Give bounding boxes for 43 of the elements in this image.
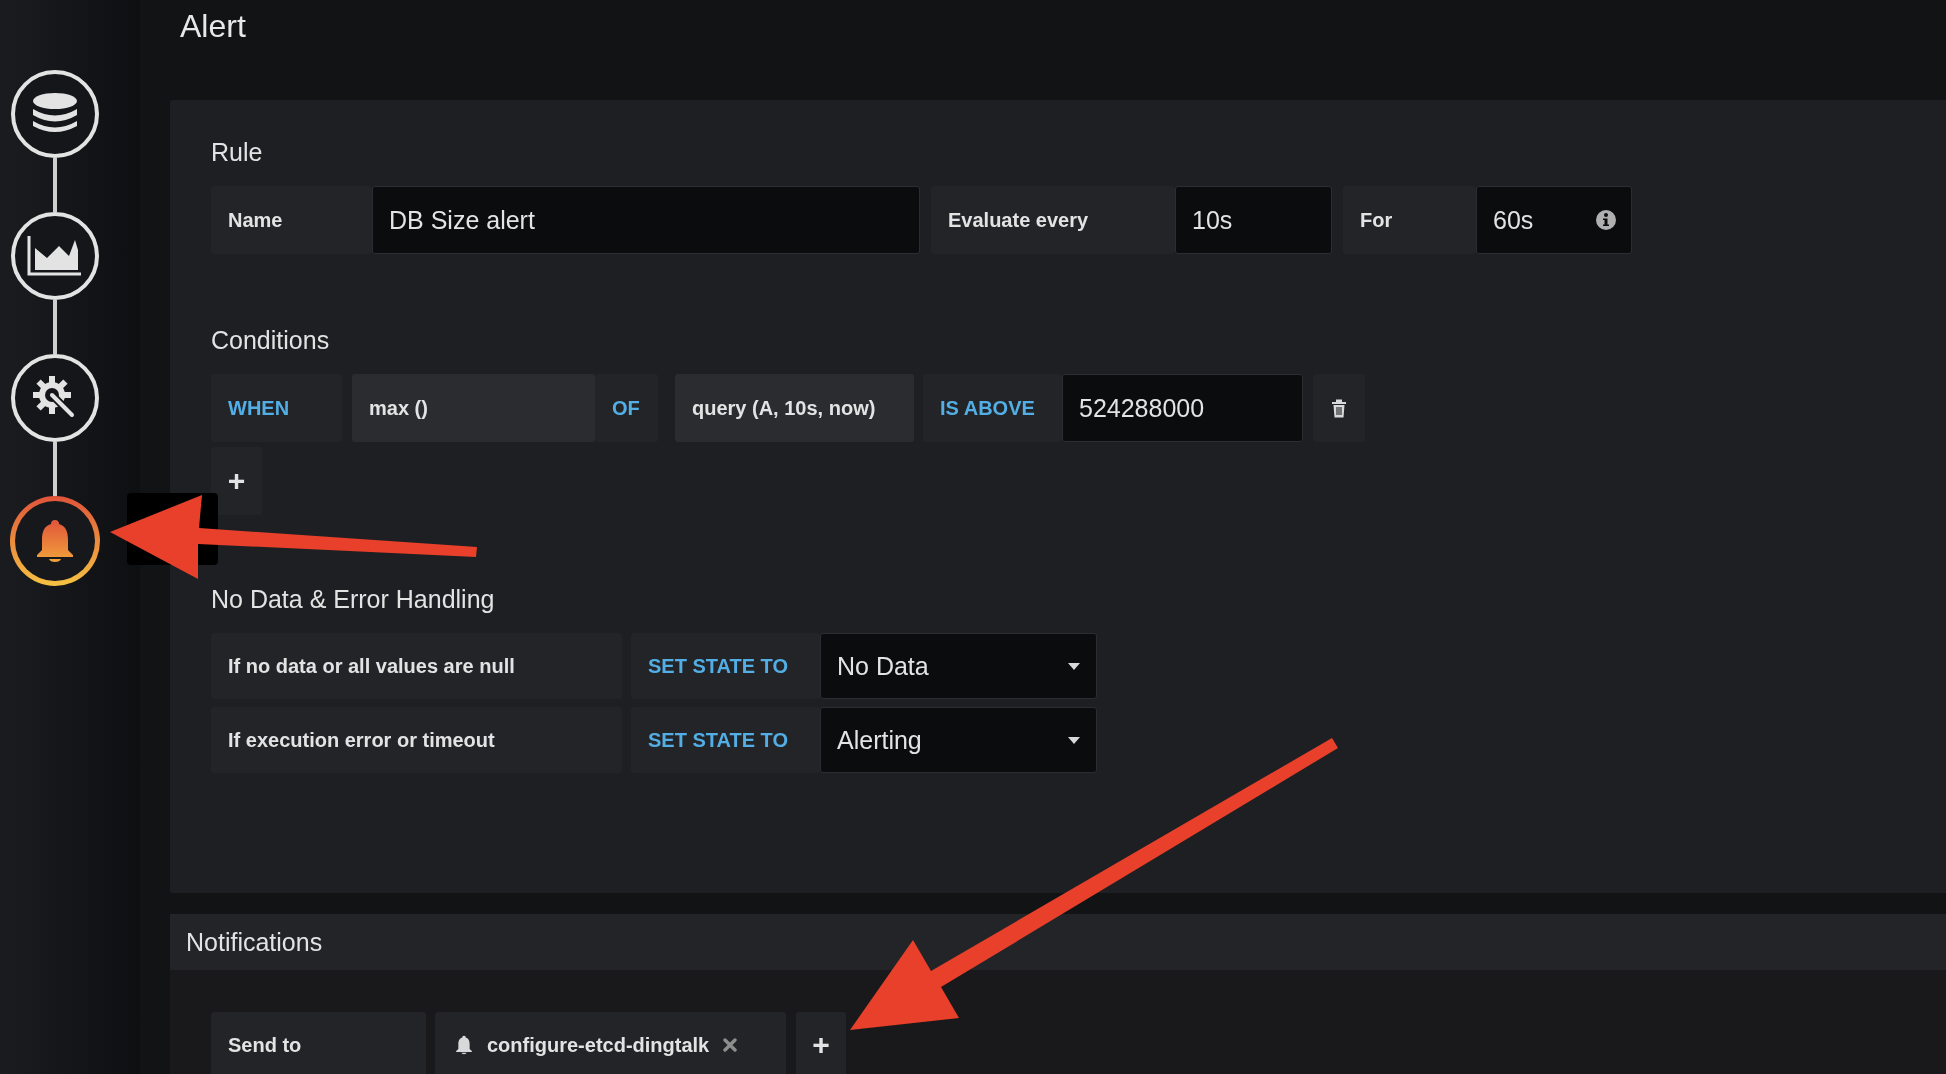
section-heading: No Data & Error Handling: [211, 585, 496, 615]
remove-icon[interactable]: [723, 1038, 738, 1052]
add-condition-button[interactable]: +: [211, 447, 262, 515]
step-connector: [53, 300, 57, 354]
info-icon[interactable]: [1595, 209, 1617, 231]
field-label: If no data or all values are null: [211, 633, 622, 699]
evaluator-button[interactable]: IS ABOVE: [923, 374, 1062, 442]
delete-button[interactable]: [1313, 374, 1365, 442]
threshold-input[interactable]: 524288000: [1062, 374, 1303, 442]
field-label: Name: [211, 186, 372, 254]
keyword-label: OF: [595, 374, 658, 442]
field-label: If execution error or timeout: [211, 707, 622, 773]
caret-icon: [1068, 662, 1080, 670]
step-connector: [53, 442, 57, 496]
input-field[interactable]: DB Size alert: [372, 186, 920, 254]
caret-icon: [1068, 736, 1080, 744]
field-label: For: [1343, 186, 1476, 254]
panel-header: Notifications: [170, 914, 1946, 970]
bell-icon: [35, 518, 75, 564]
keyword-label: SET STATE TO: [631, 707, 820, 773]
bell-icon: [455, 1035, 473, 1055]
input-field[interactable]: 10s: [1175, 186, 1332, 254]
input-field[interactable]: 60s: [1476, 186, 1632, 254]
notification-tag[interactable]: configure-etcd-dingtalk: [435, 1012, 786, 1074]
tag-name: configure-etcd-dingtalk: [487, 1033, 710, 1057]
field-value: 60s: [1493, 205, 1534, 235]
state-select[interactable]: Alerting: [820, 707, 1097, 773]
keyword-label: SET STATE TO: [631, 633, 820, 699]
reducer-button[interactable]: max (): [352, 374, 595, 442]
query-button[interactable]: query (A, 10s, now): [675, 374, 914, 442]
field-label: Send to: [211, 1012, 426, 1074]
area-chart-icon: [27, 234, 83, 278]
section-heading: Conditions: [211, 326, 331, 356]
trash-icon: [1331, 398, 1347, 418]
add-notification-button[interactable]: +: [796, 1012, 846, 1074]
field-value: 10s: [1192, 205, 1233, 235]
page-title: Alert: [179, 7, 247, 46]
state-select[interactable]: No Data: [820, 633, 1097, 699]
section-heading: Rule: [211, 138, 264, 168]
keyword-label: WHEN: [211, 374, 342, 442]
step-connector: [53, 158, 57, 212]
field-value: DB Size alert: [389, 205, 535, 235]
field-label: Evaluate every: [931, 186, 1175, 254]
